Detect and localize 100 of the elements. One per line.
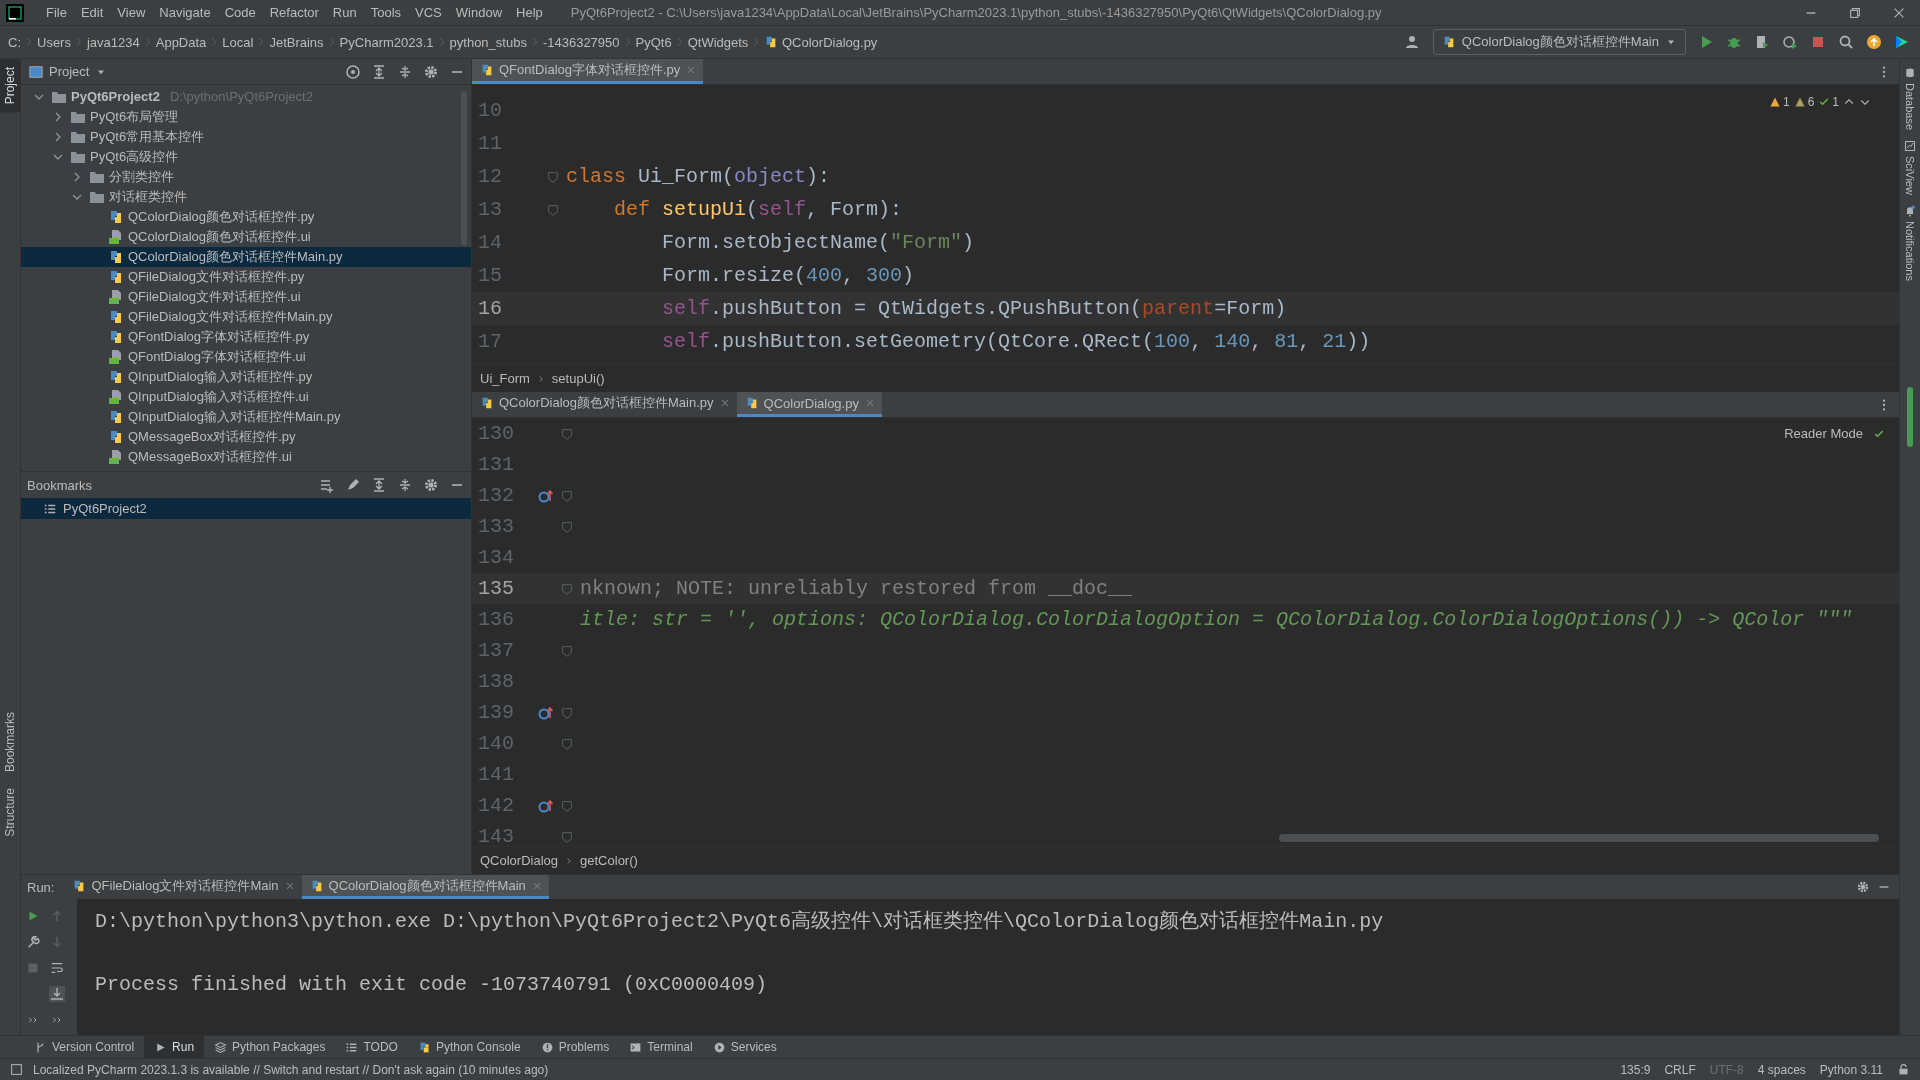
plugin-logo-icon[interactable] xyxy=(1894,34,1910,50)
settings-icon[interactable] xyxy=(1855,880,1870,894)
search-icon[interactable] xyxy=(1838,34,1854,50)
menu-item[interactable]: Refactor xyxy=(263,3,325,22)
tree-item[interactable]: 分割类控件 xyxy=(21,167,471,187)
tool-window-button[interactable]: TODO xyxy=(335,1036,408,1058)
fold-marker-icon[interactable] xyxy=(560,798,574,813)
code-breadcrumb[interactable]: setupUi() xyxy=(551,371,605,386)
python-icon[interactable] xyxy=(480,63,494,77)
scrollbar[interactable] xyxy=(1279,834,1879,842)
path-breadcrumb[interactable]: QColorDialog.py xyxy=(782,34,878,50)
tree-item[interactable]: QInputDialog输入对话框控件.ui xyxy=(21,387,471,407)
menu-item[interactable]: Help xyxy=(510,3,549,22)
tool-window-tab[interactable]: Database xyxy=(1904,67,1916,131)
path-breadcrumb[interactable]: C: xyxy=(8,34,21,50)
tree-item[interactable]: QFileDialog文件对话框控件.ui xyxy=(21,287,471,307)
menu-item[interactable]: Edit xyxy=(74,3,110,22)
path-breadcrumb[interactable]: JetBrains xyxy=(269,34,324,50)
override-marker-icon[interactable] xyxy=(538,797,554,814)
fold-marker-icon[interactable] xyxy=(560,829,574,844)
expand-all-icon[interactable] xyxy=(371,477,387,493)
run-tab[interactable]: QFileDialog文件对话框控件Main xyxy=(64,875,302,899)
override-marker-icon[interactable] xyxy=(538,704,554,721)
scrollbar[interactable] xyxy=(461,91,467,246)
tree-item[interactable]: QFileDialog文件对话框控件Main.py xyxy=(21,307,471,327)
reader-mode-button[interactable]: Reader Mode xyxy=(1784,426,1863,441)
python-icon[interactable] xyxy=(480,396,494,410)
code-breadcrumb[interactable]: Ui_Form xyxy=(480,371,530,386)
tool-window-tab[interactable]: Structure xyxy=(0,780,20,845)
tool-window-button[interactable]: Services xyxy=(702,1036,787,1058)
wrap-icon[interactable] xyxy=(50,961,64,975)
tree-item[interactable]: QColorDialog颜色对话框控件.py xyxy=(21,207,471,227)
fold-marker-icon[interactable] xyxy=(560,488,574,503)
menu-item[interactable]: Run xyxy=(326,3,363,22)
path-breadcrumb[interactable]: java1234 xyxy=(86,34,140,50)
fold-marker-icon[interactable] xyxy=(546,202,560,217)
fold-marker-icon[interactable] xyxy=(560,705,574,720)
menu-item[interactable]: View xyxy=(111,3,152,22)
settings-icon[interactable] xyxy=(423,63,439,80)
inspection-count[interactable]: 6 xyxy=(1793,95,1815,109)
status-item[interactable]: Python 3.11 xyxy=(1819,1062,1883,1077)
warning-icon[interactable] xyxy=(1793,96,1806,108)
tool-window-tab[interactable]: Bookmarks xyxy=(0,704,20,781)
fold-marker-icon[interactable] xyxy=(560,519,574,534)
scroll-to-end-icon[interactable] xyxy=(49,986,65,1002)
path-breadcrumb[interactable]: AppData xyxy=(155,34,207,50)
status-item[interactable]: 4 spaces xyxy=(1757,1062,1806,1077)
lock-icon[interactable] xyxy=(1897,1063,1910,1076)
tool-window-button[interactable]: Terminal xyxy=(619,1036,703,1058)
tool-window-button[interactable]: Python Console xyxy=(407,1036,531,1058)
status-item[interactable]: CRLF xyxy=(1664,1062,1696,1077)
tree-item[interactable]: PyQt6布局管理 xyxy=(21,107,471,127)
collapse-all-icon[interactable] xyxy=(397,477,413,493)
tree-item[interactable]: QMessageBox对话框控件.ui xyxy=(21,447,471,467)
tree-item[interactable]: PyQt6常用基本控件 xyxy=(21,127,471,147)
fold-marker-icon[interactable] xyxy=(546,169,560,184)
tool-window-button[interactable]: Problems xyxy=(530,1036,620,1058)
tree-item[interactable]: QColorDialog颜色对话框控件.ui xyxy=(21,227,471,247)
edit-icon[interactable] xyxy=(345,477,361,493)
profile-icon[interactable] xyxy=(1782,34,1798,50)
stop-icon[interactable] xyxy=(1810,34,1826,50)
path-breadcrumb[interactable]: python_stubs xyxy=(449,34,527,50)
tree-item[interactable]: QColorDialog颜色对话框控件Main.py xyxy=(21,247,471,267)
fold-marker-icon[interactable] xyxy=(560,426,574,441)
locate-icon[interactable] xyxy=(345,63,361,80)
menu-item[interactable]: Navigate xyxy=(153,3,217,22)
path-breadcrumb[interactable]: -1436327950 xyxy=(542,34,620,50)
editor-tab[interactable]: QColorDialog颜色对话框控件Main.py xyxy=(472,392,737,417)
editor-tab[interactable]: QFontDialog字体对话框控件.py xyxy=(472,59,704,84)
project-view-dropdown[interactable]: Project xyxy=(29,64,108,79)
inspection-count[interactable]: 1 xyxy=(1818,95,1839,109)
tree-item[interactable]: QMessageBox对话框控件.py xyxy=(21,427,471,447)
menu-item[interactable]: File xyxy=(40,3,73,22)
path-breadcrumb[interactable]: PyCharm2023.1 xyxy=(339,34,434,50)
editor-tab[interactable]: QColorDialog.py xyxy=(736,392,882,417)
tool-window-tab[interactable]: Notifications xyxy=(1904,205,1916,281)
settings-icon[interactable] xyxy=(423,477,439,493)
coverage-icon[interactable] xyxy=(1754,34,1770,50)
inspection-count[interactable]: 1 xyxy=(1768,95,1790,109)
path-breadcrumb[interactable]: PyQt6 xyxy=(635,34,672,50)
add-list-icon[interactable] xyxy=(319,477,335,493)
bookmark-item[interactable]: PyQt6Project2 xyxy=(21,498,471,519)
restore-icon[interactable] xyxy=(1848,5,1862,20)
tree-item[interactable]: QFileDialog文件对话框控件.py xyxy=(21,267,471,287)
menu-item[interactable]: Code xyxy=(218,3,262,22)
fold-marker-icon[interactable] xyxy=(560,736,574,751)
tool-window-tab[interactable]: SciView xyxy=(1904,140,1916,196)
panel-toggle-icon[interactable] xyxy=(10,1063,23,1076)
status-item[interactable]: 135:9 xyxy=(1620,1062,1651,1077)
path-breadcrumb[interactable]: QtWidgets xyxy=(687,34,749,50)
expand-all-icon[interactable] xyxy=(371,63,387,80)
fold-marker-icon[interactable] xyxy=(560,581,574,596)
tree-item[interactable]: QInputDialog输入对话框控件Main.py xyxy=(21,407,471,427)
path-breadcrumb[interactable]: Local xyxy=(222,34,254,50)
menu-item[interactable]: Window xyxy=(449,3,509,22)
tree-item[interactable]: QFontDialog字体对话框控件.py xyxy=(21,327,471,347)
collapse-all-icon[interactable] xyxy=(397,63,413,80)
tree-item[interactable]: 对话框类控件 xyxy=(21,187,471,207)
tree-item[interactable]: QFontDialog字体对话框控件.ui xyxy=(21,347,471,367)
user-icon[interactable] xyxy=(1404,34,1421,50)
